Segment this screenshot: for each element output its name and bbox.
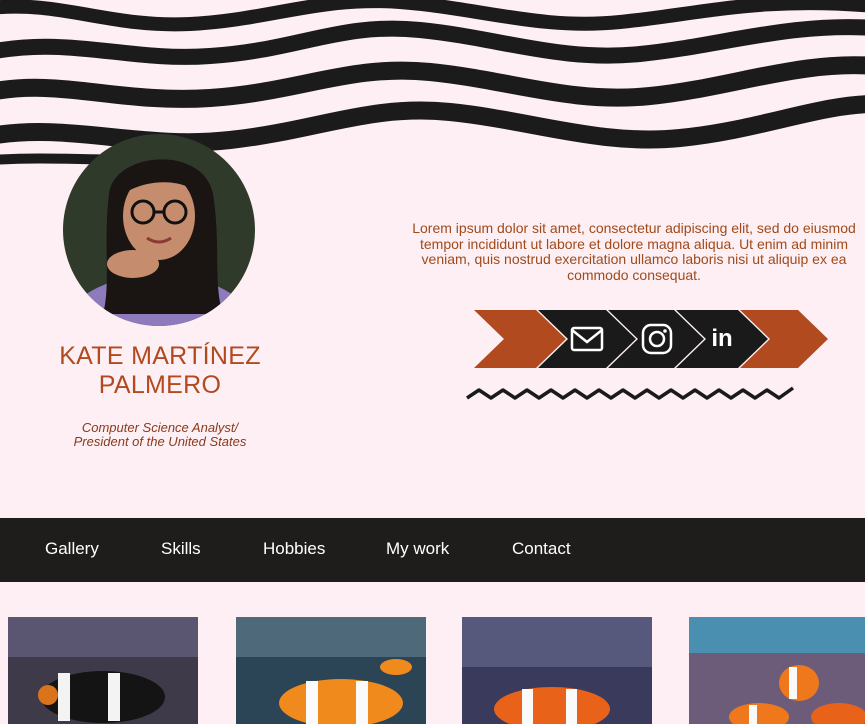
profile-role-line2: President of the United States <box>73 434 247 449</box>
clownfish-image <box>689 617 865 724</box>
zigzag-divider <box>466 386 795 400</box>
clownfish-image <box>236 617 426 724</box>
photo-gallery <box>0 617 865 724</box>
nav-item-my-work[interactable]: My work <box>386 539 449 559</box>
nav-item-skills[interactable]: Skills <box>161 539 201 559</box>
main-navigation: Gallery Skills Hobbies My work Contact <box>0 518 865 582</box>
profile-name-line1: KATE MARTÍNEZ <box>59 342 261 370</box>
gallery-photo-3[interactable] <box>462 617 652 724</box>
profile-name-line2: PALMERO <box>98 371 222 399</box>
social-links-banner: in <box>474 310 828 368</box>
clownfish-image <box>462 617 652 724</box>
profile-role-line1: Computer Science Analyst/ <box>81 420 239 435</box>
profile-name: KATE MARTÍNEZ PALMERO <box>30 342 290 400</box>
profile-avatar <box>63 134 255 326</box>
nav-item-contact[interactable]: Contact <box>512 539 571 559</box>
gallery-photo-4[interactable] <box>689 617 865 724</box>
profile-role: Computer Science Analyst/ President of t… <box>40 421 280 449</box>
bio-text: Lorem ipsum dolor sit amet, consectetur … <box>412 220 856 283</box>
nav-item-gallery[interactable]: Gallery <box>45 539 99 559</box>
gallery-photo-1[interactable] <box>8 617 198 724</box>
linkedin-icon: in <box>711 325 732 352</box>
gallery-photo-2[interactable] <box>236 617 426 724</box>
clownfish-image <box>8 617 198 724</box>
nav-item-hobbies[interactable]: Hobbies <box>263 539 325 559</box>
profile-portrait-image <box>63 134 255 326</box>
